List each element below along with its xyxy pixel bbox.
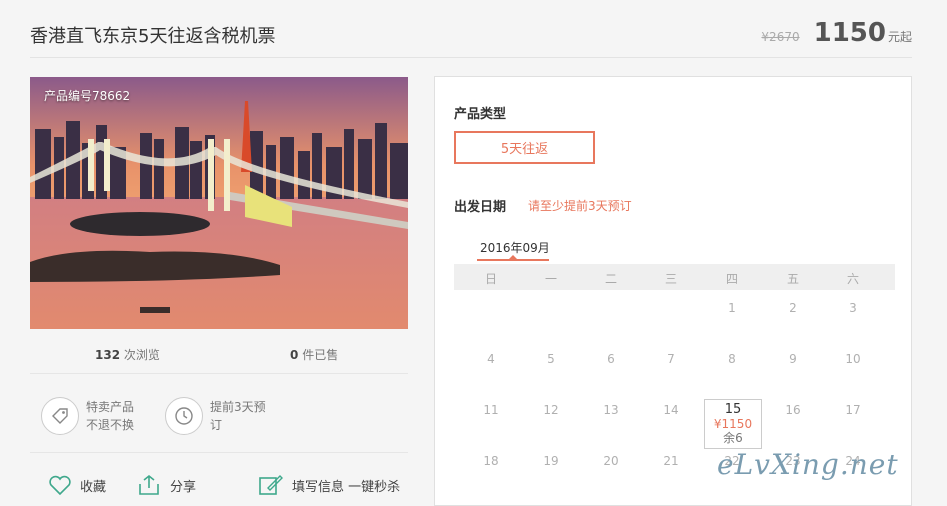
calendar-day[interactable]: 5 bbox=[521, 352, 581, 366]
share-icon bbox=[139, 474, 159, 495]
original-price: ¥2670 bbox=[761, 30, 800, 44]
calendar-day[interactable]: 9 bbox=[763, 352, 823, 366]
tag-icon bbox=[41, 397, 79, 435]
favorite-label: 收藏 bbox=[80, 479, 107, 495]
calendar-day[interactable]: 8 bbox=[702, 352, 762, 366]
share-label: 分享 bbox=[170, 479, 197, 495]
calendar-day[interactable]: 20 bbox=[581, 454, 641, 468]
month-indicator bbox=[509, 255, 517, 259]
views-count: 132 bbox=[95, 348, 121, 362]
edit-icon bbox=[259, 475, 283, 495]
promo-line2: 不退不换 bbox=[86, 418, 135, 432]
weekday-label: 六 bbox=[846, 272, 859, 286]
selected-remain: 余6 bbox=[723, 431, 743, 445]
type-option-button[interactable]: 5天往返 bbox=[454, 131, 595, 164]
sold-count: 0 bbox=[290, 348, 299, 362]
selected-date-cell[interactable]: 15 ¥1150 余6 bbox=[704, 399, 762, 449]
calendar-day[interactable]: 21 bbox=[641, 454, 701, 468]
sold-label: 件已售 bbox=[302, 348, 339, 362]
calendar-day[interactable]: 12 bbox=[521, 403, 581, 417]
date-hint: 请至少提前3天预订 bbox=[528, 199, 632, 213]
product-photo: 产品编号78662 bbox=[30, 77, 408, 329]
clock-icon bbox=[165, 397, 203, 435]
fill-info-label: 填写信息 一键秒杀 bbox=[292, 479, 401, 495]
product-stats: 132 次浏览 0 件已售 bbox=[30, 336, 408, 374]
month-tab[interactable]: 2016年09月 bbox=[480, 239, 550, 256]
weekday-label: 二 bbox=[604, 272, 617, 286]
favorite-button[interactable]: 收藏 bbox=[48, 474, 106, 496]
calendar-day[interactable]: 14 bbox=[641, 403, 701, 417]
calendar-day[interactable]: 18 bbox=[461, 454, 521, 468]
calendar-day[interactable]: 10 bbox=[823, 352, 883, 366]
views-label: 次浏览 bbox=[123, 348, 160, 362]
calendar-day[interactable]: 6 bbox=[581, 352, 641, 366]
promo-special-sale: 特卖产品 不退不换 bbox=[41, 397, 134, 435]
sold-stat: 0 件已售 bbox=[290, 346, 338, 363]
price-box: ¥2670 1150 元起 bbox=[761, 18, 912, 48]
calendar-day[interactable]: 19 bbox=[521, 454, 581, 468]
calendar-day[interactable]: 3 bbox=[823, 301, 883, 315]
promo-line1: 提前3天预 bbox=[210, 400, 266, 414]
page-title: 香港直飞东京5天往返含税机票 bbox=[30, 26, 276, 47]
watermark: eLvXing.net bbox=[717, 448, 899, 481]
calendar-day[interactable]: 13 bbox=[581, 403, 641, 417]
product-type-label: 产品类型 bbox=[454, 107, 507, 122]
calendar-day[interactable]: 4 bbox=[461, 352, 521, 366]
weekday-label: 一 bbox=[544, 272, 557, 286]
weekday-label: 三 bbox=[664, 272, 677, 286]
promo-line1: 特卖产品 bbox=[86, 400, 135, 414]
weekday-label: 日 bbox=[484, 272, 497, 286]
booking-panel: 产品类型 5天往返 出发日期 请至少提前3天预订 2016年09月 日 一 二 三 四 五… bbox=[434, 76, 912, 506]
tokyo-bay-image bbox=[30, 77, 408, 329]
product-number: 产品编号78662 bbox=[44, 89, 131, 103]
calendar-day[interactable]: 17 bbox=[823, 403, 883, 417]
calendar-day[interactable]: 1 bbox=[702, 301, 762, 315]
page-header: 香港直飞东京5天往返含税机票 ¥2670 1150 元起 bbox=[30, 0, 912, 58]
share-button[interactable]: 分享 bbox=[136, 474, 196, 496]
departure-date-label: 出发日期 bbox=[454, 200, 507, 215]
heart-icon bbox=[49, 475, 71, 496]
price-unit: 元起 bbox=[887, 30, 912, 44]
calendar-day[interactable]: 11 bbox=[461, 403, 521, 417]
selected-day: 15 bbox=[724, 402, 742, 417]
promo-advance-booking: 提前3天预 订 bbox=[165, 397, 266, 435]
weekday-label: 四 bbox=[725, 272, 738, 286]
fill-info-button[interactable]: 填写信息 一键秒杀 bbox=[258, 474, 400, 496]
weekday-label: 五 bbox=[786, 272, 799, 286]
calendar-day[interactable]: 2 bbox=[763, 301, 823, 315]
current-price: 1150 bbox=[813, 18, 886, 48]
calendar-day[interactable]: 7 bbox=[641, 352, 701, 366]
action-bar: 收藏 分享 填写信息 一键秒杀 bbox=[30, 470, 408, 498]
promo-line2: 订 bbox=[210, 418, 223, 432]
weekday-header: 日一二三四五六 bbox=[454, 264, 895, 290]
views-stat: 132 次浏览 bbox=[95, 346, 160, 363]
calendar-day[interactable]: 16 bbox=[763, 403, 823, 417]
promo-section: 特卖产品 不退不换 提前3天预 订 bbox=[30, 383, 408, 453]
month-underline bbox=[477, 259, 549, 261]
selected-price: ¥1150 bbox=[713, 417, 753, 431]
